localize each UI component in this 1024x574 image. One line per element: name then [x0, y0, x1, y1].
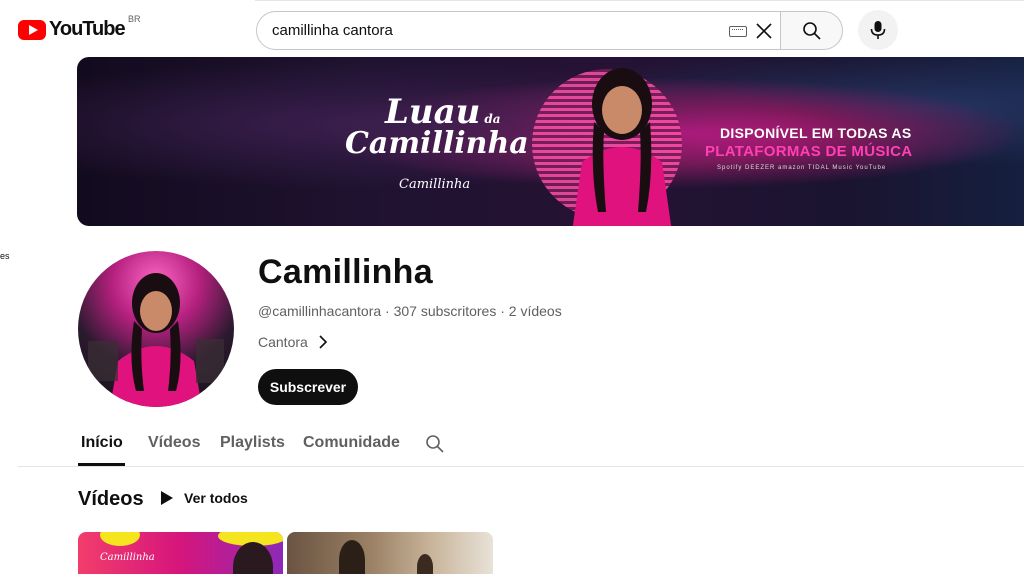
- voice-search-button[interactable]: [858, 10, 898, 50]
- youtube-play-icon: [18, 19, 46, 40]
- banner-title-line1: Luau da: [385, 92, 501, 132]
- keyboard-icon[interactable]: [729, 26, 747, 37]
- close-icon[interactable]: [754, 21, 774, 41]
- top-divider: [255, 0, 1024, 1]
- chevron-right-icon: [319, 335, 327, 349]
- country-code: BR: [128, 14, 141, 24]
- channel-description: Cantora: [258, 334, 308, 350]
- search-icon: [803, 22, 821, 40]
- banner-tagline-1: DISPONÍVEL EM TODAS AS: [720, 125, 912, 141]
- subscriber-count: 307 subscritores: [393, 303, 497, 319]
- logo-text: YouTube: [49, 18, 126, 40]
- subscribe-button[interactable]: Subscrever: [258, 369, 358, 405]
- mic-icon: [870, 21, 886, 39]
- search-button[interactable]: [780, 11, 843, 50]
- channel-name: Camillinha: [258, 253, 433, 291]
- video-count: 2 vídeos: [508, 303, 562, 319]
- channel-banner: Luau da Camillinha Camillinha DISPONÍVEL …: [77, 57, 1024, 226]
- channel-meta: @camillinhacantora · 307 subscritores · …: [258, 303, 562, 319]
- video-thumbnail-1[interactable]: Camillinha: [78, 532, 283, 574]
- thumb-decor: [100, 532, 140, 546]
- tab-home[interactable]: Início: [81, 434, 123, 452]
- channel-description-link[interactable]: Cantora: [258, 334, 328, 350]
- sidebar-cropped-text: es: [0, 251, 10, 261]
- channel-avatar[interactable]: [78, 251, 234, 407]
- banner-signature: Camillinha: [399, 177, 471, 192]
- thumb-person: [339, 540, 365, 574]
- banner-title: Luau da Camillinha: [345, 95, 529, 159]
- thumb-person: [233, 542, 273, 574]
- tab-playlists[interactable]: Playlists: [220, 434, 285, 452]
- play-all-button[interactable]: Ver todos: [160, 490, 248, 506]
- thumbnail-signature: Camillinha: [100, 552, 155, 563]
- banner-tagline-2: PLATAFORMAS DE MÚSICA: [705, 143, 913, 160]
- video-thumbnail-2[interactable]: [287, 532, 493, 574]
- thumb-person: [417, 554, 433, 574]
- tab-videos[interactable]: Vídeos: [148, 434, 200, 452]
- tabs-divider: [18, 466, 1024, 467]
- videos-section-title: Vídeos: [78, 488, 144, 510]
- banner-singer-image: [572, 68, 672, 226]
- avatar-image: [88, 273, 224, 407]
- youtube-logo[interactable]: YouTube BR: [18, 14, 141, 41]
- channel-search-icon[interactable]: [425, 434, 445, 454]
- banner-title-line2: Camillinha: [345, 126, 529, 161]
- masthead: YouTube BR camillinha cantora: [0, 0, 1024, 58]
- banner-title-small: da: [484, 112, 501, 126]
- play-all-label: Ver todos: [184, 490, 248, 506]
- search-input[interactable]: camillinha cantora: [272, 22, 393, 39]
- search-box[interactable]: camillinha cantora: [256, 11, 781, 50]
- channel-tabs: Início Vídeos Playlists Comunidade: [0, 426, 1024, 467]
- tab-community[interactable]: Comunidade: [303, 434, 400, 452]
- play-icon: [161, 491, 173, 505]
- banner-platforms: Spotify DEEZER amazon TIDAL Music YouTub…: [717, 165, 887, 171]
- channel-handle: @camillinhacantora: [258, 303, 382, 319]
